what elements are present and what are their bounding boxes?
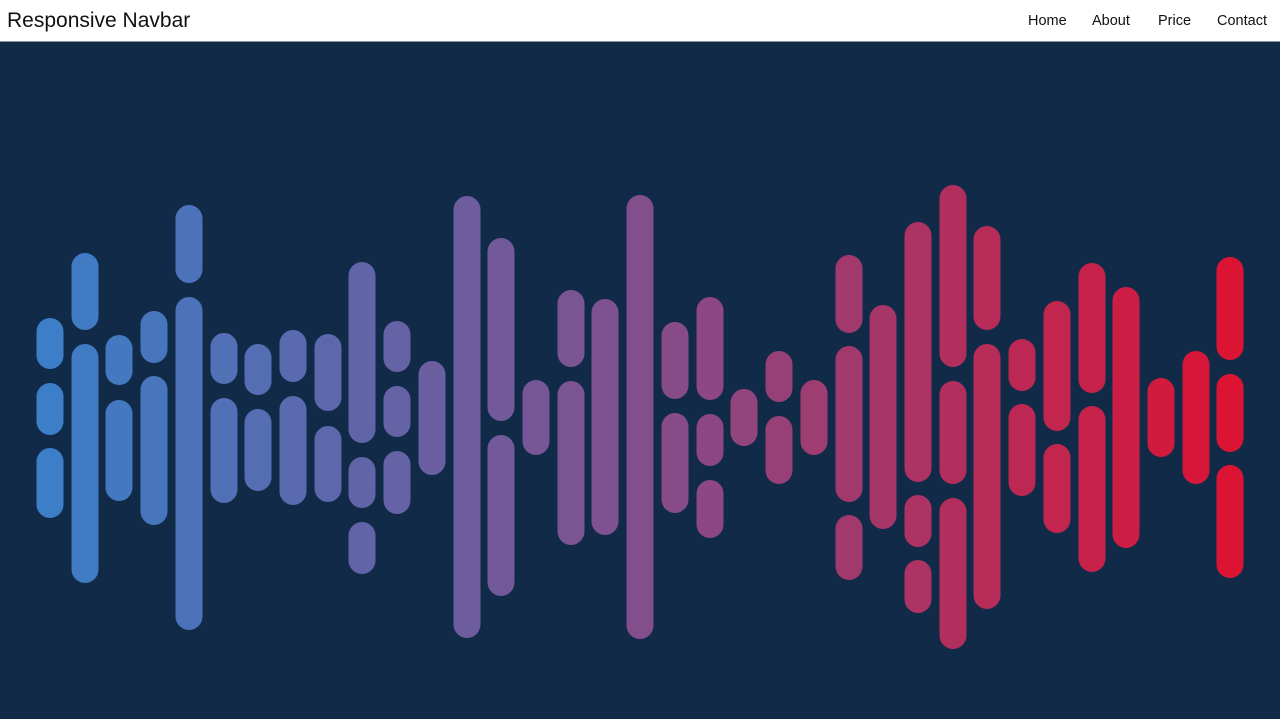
wave-bar — [487, 238, 515, 421]
wave-bar — [1112, 287, 1140, 548]
wave-bar — [1008, 404, 1036, 496]
wave-bar — [487, 435, 515, 596]
wave-bar — [71, 344, 99, 583]
wave-bar — [591, 299, 619, 535]
wave-bar — [939, 185, 967, 367]
wave-bar — [36, 383, 64, 435]
wave-bar — [522, 380, 550, 455]
hero-section — [0, 43, 1280, 719]
wave-bar — [730, 389, 758, 446]
wave-bar — [973, 344, 1001, 609]
wave-bar — [904, 495, 932, 547]
wave-bar — [835, 346, 863, 502]
wave-bar — [973, 226, 1001, 330]
wave-bar — [383, 451, 411, 514]
wave-bar — [1008, 339, 1036, 391]
wave-bar — [140, 376, 168, 525]
wave-bar — [557, 381, 585, 545]
nav-link-price[interactable]: Price — [1158, 12, 1191, 30]
wave-bar — [418, 361, 446, 475]
nav-link-about[interactable]: About — [1092, 12, 1130, 30]
brand-title[interactable]: Responsive Navbar — [7, 9, 190, 33]
wave-bar — [800, 380, 828, 455]
wave-bar — [869, 305, 897, 529]
wave-bar — [1043, 301, 1071, 431]
wave-bar — [696, 414, 724, 466]
wave-bar — [348, 522, 376, 574]
wave-bar — [661, 322, 689, 399]
wave-bar — [1216, 465, 1244, 578]
wave-bar — [765, 416, 793, 484]
wave-bar — [210, 398, 238, 503]
wave-bar — [105, 335, 133, 385]
wave-bar — [904, 560, 932, 613]
wave-bar — [765, 351, 793, 402]
wave-bar — [1182, 351, 1210, 484]
wave-bar — [210, 333, 238, 384]
wave-bar — [105, 400, 133, 501]
wave-bar — [1078, 406, 1106, 572]
wave-bar — [1078, 263, 1106, 393]
wave-bar — [696, 297, 724, 400]
wave-bar — [348, 457, 376, 508]
wave-bar — [71, 253, 99, 330]
wave-bar — [348, 262, 376, 443]
nav-link-contact[interactable]: Contact — [1217, 12, 1267, 30]
navbar: Responsive Navbar Home About Price Conta… — [0, 0, 1280, 42]
wave-bar — [835, 255, 863, 333]
wave-bar — [314, 334, 342, 411]
wave-bar — [314, 426, 342, 502]
wave-bar — [904, 222, 932, 482]
wave-bar — [140, 311, 168, 363]
wave-bar — [939, 498, 967, 649]
wave-bar — [175, 205, 203, 283]
wave-bar — [383, 321, 411, 372]
wave-bar — [1216, 374, 1244, 452]
wave-bar — [696, 480, 724, 538]
wave-bar — [1043, 444, 1071, 533]
wave-bar — [383, 386, 411, 437]
sound-wave-graphic — [36, 185, 1244, 649]
wave-bar — [244, 409, 272, 491]
wave-bar — [835, 515, 863, 580]
wave-bar — [175, 297, 203, 630]
wave-bar — [36, 448, 64, 518]
wave-bar — [279, 396, 307, 505]
nav-link-home[interactable]: Home — [1028, 12, 1067, 30]
wave-bar — [453, 196, 481, 638]
wave-bar — [939, 381, 967, 484]
wave-bar — [244, 344, 272, 395]
wave-bar — [36, 318, 64, 369]
wave-bar — [557, 290, 585, 367]
wave-bar — [1216, 257, 1244, 360]
wave-bar — [626, 195, 654, 639]
wave-bar — [279, 330, 307, 382]
wave-bar — [1147, 378, 1175, 457]
wave-bar — [661, 413, 689, 513]
